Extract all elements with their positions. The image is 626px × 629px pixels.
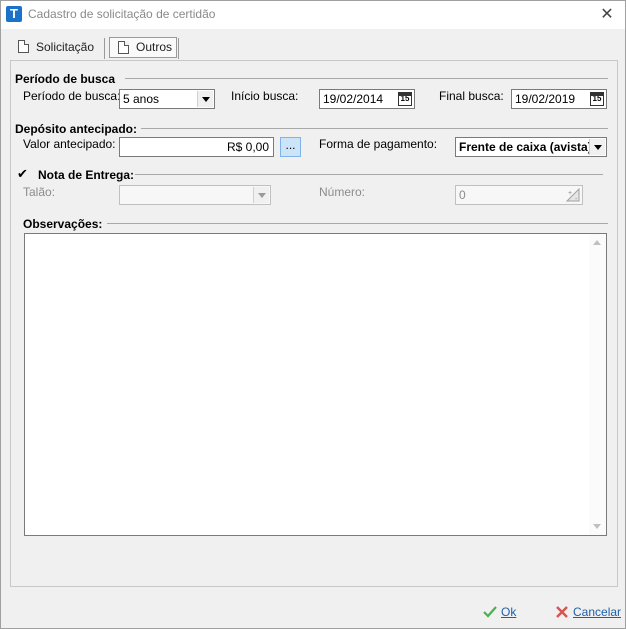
chevron-down-icon[interactable] — [253, 187, 269, 203]
ok-label: Ok — [501, 605, 517, 619]
nota-section-title: Nota de Entrega: — [38, 168, 135, 182]
observacoes-section-title: Observações: — [23, 217, 103, 231]
inicio-date-value: 19/02/2014 — [323, 92, 384, 106]
numero-field[interactable]: 0 + - — [455, 185, 583, 205]
deposito-section-title: Depósito antecipado: — [15, 122, 138, 136]
scroll-up-icon[interactable] — [593, 240, 601, 245]
periodo-label: Período de busca: — [23, 89, 121, 103]
talao-select[interactable] — [119, 185, 271, 205]
calendar-icon[interactable]: 15 — [590, 92, 604, 106]
inicio-label: Início busca: — [231, 89, 299, 103]
numero-label: Número: — [319, 185, 366, 199]
nota-checkbox[interactable]: ✔ — [17, 167, 30, 180]
periodo-select-value: 5 anos — [123, 92, 160, 106]
cancel-button[interactable]: Cancelar — [555, 602, 621, 622]
tab-label: Outros — [136, 40, 173, 54]
inicio-date-field[interactable]: 19/02/2014 15 — [319, 89, 415, 109]
svg-text:+: + — [568, 190, 572, 197]
document-icon — [118, 41, 129, 54]
chevron-down-icon[interactable] — [589, 139, 605, 155]
section-divider — [135, 174, 603, 175]
final-date-field[interactable]: 19/02/2019 15 — [511, 89, 607, 109]
tab-divider — [178, 38, 179, 59]
tab-panel-outros: Período de busca Período de busca: 5 ano… — [10, 60, 618, 587]
observacoes-textarea[interactable] — [24, 233, 607, 536]
chevron-down-icon[interactable] — [197, 91, 213, 107]
section-divider — [107, 223, 608, 224]
observacoes-scrollbar[interactable] — [589, 234, 606, 535]
tab-outros[interactable]: Outros — [109, 37, 177, 58]
cancel-label: Cancelar — [573, 605, 622, 619]
forma-select-value: Frente de caixa (avista) — [459, 140, 592, 154]
app-logo-icon: T — [6, 6, 22, 22]
document-icon — [18, 40, 29, 53]
number-spin-icon[interactable]: + - — [566, 188, 580, 202]
section-divider — [125, 78, 608, 79]
talao-label: Talão: — [23, 185, 56, 199]
cancel-x-icon — [556, 606, 568, 618]
section-divider — [141, 128, 608, 129]
dialog-window: T Cadastro de solicitação de certidão ✕ … — [0, 0, 626, 629]
title-bar: T Cadastro de solicitação de certidão ✕ — [1, 1, 625, 29]
checkmark-icon — [483, 606, 497, 618]
numero-value: 0 — [459, 188, 466, 202]
tab-divider — [104, 38, 105, 59]
calendar-icon[interactable]: 15 — [398, 92, 412, 106]
close-button[interactable]: ✕ — [597, 5, 617, 25]
tab-solicitacao[interactable]: Solicitação — [10, 36, 103, 59]
window-title: Cadastro de solicitação de certidão — [28, 7, 216, 21]
final-date-value: 19/02/2019 — [515, 92, 576, 106]
periodo-section-title: Período de busca — [15, 72, 116, 86]
valor-label: Valor antecipado: — [23, 137, 116, 151]
scroll-down-icon[interactable] — [593, 524, 601, 529]
periodo-select[interactable]: 5 anos — [119, 89, 215, 109]
valor-field[interactable]: R$ 0,00 — [119, 137, 274, 157]
ok-button[interactable]: Ok — [483, 602, 523, 622]
tab-label: Solicitação — [36, 40, 95, 54]
forma-label: Forma de pagamento: — [319, 137, 438, 151]
forma-select[interactable]: Frente de caixa (avista) — [455, 137, 607, 157]
final-label: Final busca: — [439, 89, 504, 103]
valor-lookup-button[interactable]: ... — [280, 137, 301, 157]
